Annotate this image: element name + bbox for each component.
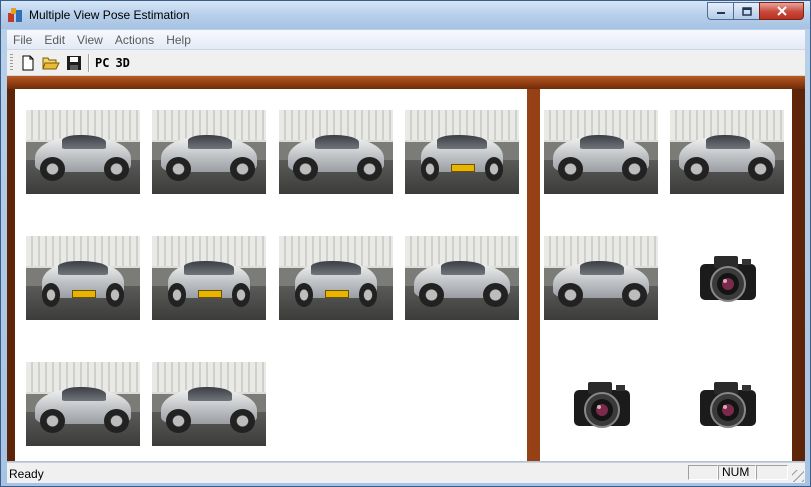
car-photo-wheel: [418, 283, 444, 307]
car-photo-glass: [62, 135, 106, 149]
wood-frame-top: [7, 76, 805, 89]
car-photo-glass: [441, 261, 485, 275]
toolbar-grip[interactable]: [10, 53, 13, 72]
status-pane-scroll: [756, 465, 788, 480]
resize-grip[interactable]: [792, 470, 804, 482]
car-photo-wheel: [229, 409, 255, 433]
menu-file[interactable]: File: [7, 33, 38, 47]
license-plate: [450, 163, 476, 172]
caption-buttons: [707, 2, 804, 20]
close-button[interactable]: [759, 2, 804, 20]
car-photo-wheel: [420, 157, 440, 181]
car-photo-glass: [188, 135, 232, 149]
input-image-3[interactable]: [279, 110, 393, 194]
input-image-8[interactable]: [405, 236, 519, 320]
car-photo-wheel: [103, 157, 129, 181]
estimated-views-pane[interactable]: [540, 89, 792, 461]
open-button[interactable]: [39, 52, 62, 74]
car-photo-glass: [580, 135, 624, 149]
car-photo-glass: [188, 387, 232, 401]
car-photo-wheel: [105, 283, 125, 307]
car-photo-wheel: [165, 157, 191, 181]
car-photo-wheel: [229, 157, 255, 181]
status-pane-empty: [688, 465, 718, 480]
input-image-1[interactable]: [26, 110, 140, 194]
car-photo-glass: [57, 261, 109, 275]
car-photo-glass: [315, 135, 359, 149]
camera-icon[interactable]: [692, 374, 762, 434]
view-image-2[interactable]: [670, 110, 784, 194]
car-photo-glass: [310, 261, 362, 275]
car-photo-wheel: [39, 409, 65, 433]
car-photo-glass: [436, 135, 488, 149]
car-photo-wheel: [167, 283, 187, 307]
car-photo-wheel: [165, 409, 191, 433]
car-photo-glass: [62, 387, 106, 401]
car-photo-wheel: [358, 283, 378, 307]
menu-view[interactable]: View: [71, 33, 109, 47]
minimize-icon: [716, 12, 725, 14]
save-disk-icon: [66, 55, 81, 70]
input-image-7[interactable]: [279, 236, 393, 320]
toolbar-separator: [88, 53, 89, 72]
app-icon: [8, 8, 22, 22]
car-photo-wheel: [482, 283, 508, 307]
license-plate: [71, 289, 97, 298]
input-image-4[interactable]: [405, 110, 519, 194]
status-text: Ready: [9, 467, 44, 481]
car-photo-wheel: [39, 157, 65, 181]
status-num-indicator: NUM: [718, 465, 756, 480]
car-photo-wheel: [683, 157, 709, 181]
car-photo-wheel: [356, 157, 382, 181]
menu-help[interactable]: Help: [160, 33, 197, 47]
title-bar[interactable]: Multiple View Pose Estimation: [1, 1, 810, 29]
window-title: Multiple View Pose Estimation: [29, 8, 190, 22]
input-image-2[interactable]: [152, 110, 266, 194]
input-image-10[interactable]: [152, 362, 266, 446]
car-photo-wheel: [557, 157, 583, 181]
car-photo-glass: [706, 135, 750, 149]
menu-bar: File Edit View Actions Help: [7, 30, 805, 50]
new-button[interactable]: [16, 52, 39, 74]
car-photo-glass: [580, 261, 624, 275]
input-images-pane[interactable]: [15, 89, 527, 461]
app-window: Multiple View Pose Estimation File Edit …: [0, 0, 811, 487]
car-photo-wheel: [621, 157, 647, 181]
maximize-button[interactable]: [733, 2, 760, 20]
open-folder-icon: [41, 57, 60, 69]
car-photo-glass: [183, 261, 235, 275]
client-area: [7, 76, 805, 461]
minimize-button[interactable]: [707, 2, 734, 20]
toolbar: PC 3D: [7, 50, 805, 76]
car-photo-wheel: [557, 283, 583, 307]
new-document-icon: [22, 55, 33, 70]
menu-edit[interactable]: Edit: [38, 33, 71, 47]
status-bar: Ready NUM: [7, 462, 805, 483]
menu-actions[interactable]: Actions: [109, 33, 160, 47]
close-icon: [776, 6, 787, 16]
car-photo-wheel: [292, 157, 318, 181]
car-photo-wheel: [103, 409, 129, 433]
view-image-3[interactable]: [544, 236, 658, 320]
car-photo-wheel: [621, 283, 647, 307]
camera-icon[interactable]: [692, 248, 762, 308]
pc-button[interactable]: PC: [92, 53, 112, 73]
input-image-6[interactable]: [152, 236, 266, 320]
license-plate: [324, 289, 350, 298]
car-photo-wheel: [41, 283, 61, 307]
car-photo-wheel: [747, 157, 773, 181]
3d-button[interactable]: 3D: [112, 53, 132, 73]
view-image-1[interactable]: [544, 110, 658, 194]
car-photo-wheel: [484, 157, 504, 181]
input-image-5[interactable]: [26, 236, 140, 320]
save-button[interactable]: [62, 52, 85, 74]
car-photo-wheel: [231, 283, 251, 307]
car-photo-wheel: [294, 283, 314, 307]
maximize-icon: [741, 6, 752, 16]
input-image-9[interactable]: [26, 362, 140, 446]
camera-icon[interactable]: [566, 374, 636, 434]
license-plate: [197, 289, 223, 298]
